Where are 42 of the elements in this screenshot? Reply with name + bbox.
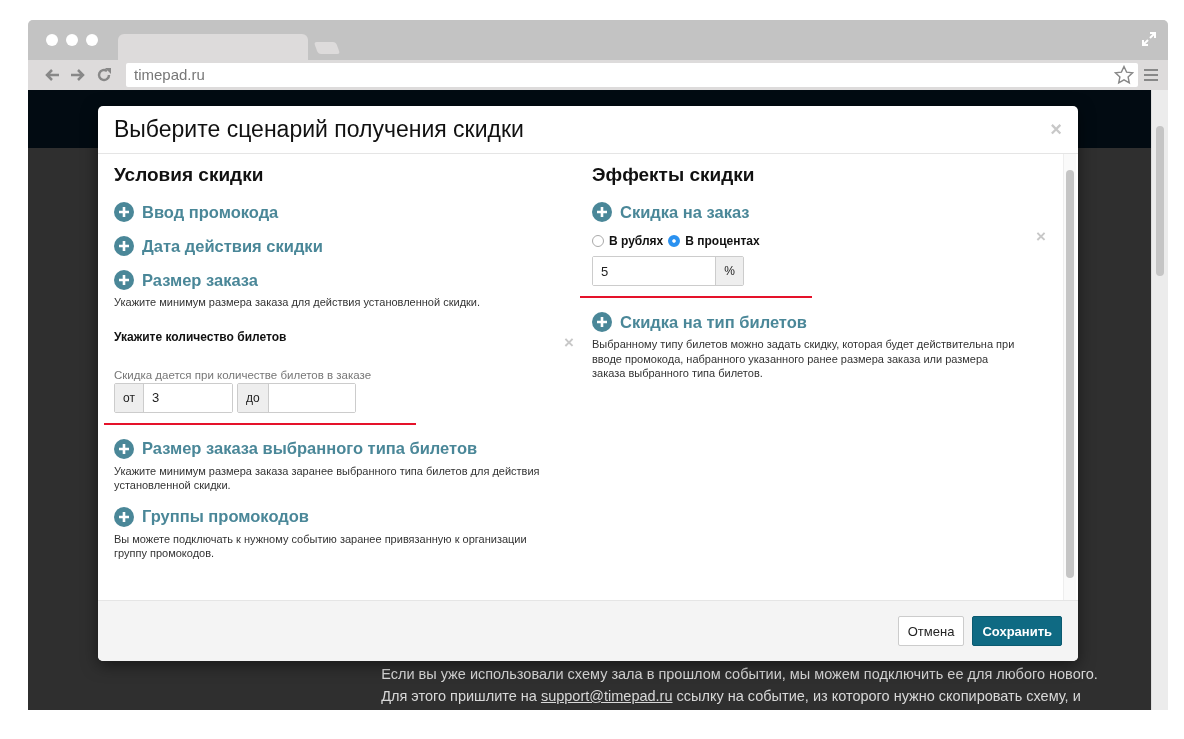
add-icon[interactable] — [592, 202, 612, 222]
section-heading: Условия скидки — [114, 164, 265, 186]
condition-link[interactable]: Размер заказа выбранного типа билетов — [142, 439, 478, 458]
condition-link[interactable]: Скидка на тип билетов — [620, 312, 807, 332]
condition-link[interactable]: Скидка на заказ — [620, 202, 750, 222]
condition-link[interactable]: Ввод промокода — [142, 202, 279, 222]
discount-field[interactable]: 5 % — [592, 256, 744, 286]
support-email-link[interactable]: support@timepad.ru — [540, 688, 673, 704]
add-icon[interactable] — [114, 202, 134, 222]
hint-text: Скидка дается при количестве билетов в заказе — [114, 368, 373, 381]
forward-icon[interactable] — [70, 68, 86, 82]
from-field[interactable]: от 3 — [114, 382, 233, 413]
description-text: Выбранному типу билетов можно задать скидку, которая будет действительна при вводе промокода, набранного указанного ранее размера заказа или размера заказа выбранного типа билетов. — [592, 337, 1016, 381]
to-field[interactable]: до — [237, 382, 356, 413]
condition-link[interactable]: Дата действия скидки — [142, 236, 323, 256]
add-icon[interactable] — [114, 270, 134, 290]
page-paragraph-line: Если вы уже использовали схему зала в прошлом событии, мы можем подключить ее для любого нового. — [381, 666, 1098, 682]
detail-title: Укажите количество билетов — [114, 330, 287, 344]
description-text: Укажите минимум размера заказа заранее выбранного типа билетов для действия установленной скидки. — [114, 463, 541, 493]
fullscreen-icon[interactable] — [1142, 32, 1156, 46]
condition-link[interactable]: Группы промокодов — [142, 507, 309, 526]
back-icon[interactable] — [44, 68, 60, 82]
add-icon[interactable] — [592, 312, 612, 332]
add-icon[interactable] — [114, 438, 134, 459]
scrollbar-thumb[interactable] — [1066, 170, 1074, 578]
dialog-title: Выберите сценарий получения скидки — [114, 116, 524, 143]
description-text: Вы можете подключать к нужному событию заранее привязанную к организации группу промокодов. — [114, 531, 528, 561]
description-text: Укажите минимум размера заказа для действия установленной скидки. — [114, 295, 482, 310]
save-button[interactable]: Сохранить — [972, 616, 1062, 646]
reload-icon[interactable] — [96, 67, 112, 83]
radio-option[interactable]: В рублях — [592, 234, 664, 248]
add-icon[interactable] — [114, 506, 134, 527]
condition-link[interactable]: Размер заказа — [142, 270, 258, 290]
section-heading: Эффекты скидки — [592, 164, 756, 186]
star-icon[interactable] — [1114, 65, 1134, 85]
page-paragraph-line: Для этого пришлите на support@timepad.ru ссылку на событие, из которого нужно скопировать схему, и — [381, 688, 1082, 704]
radio-option[interactable]: В процентах — [668, 234, 760, 248]
cancel-button[interactable]: Отмена — [897, 616, 965, 646]
add-icon[interactable] — [114, 236, 134, 256]
address-bar[interactable]: timepad.ru — [126, 63, 1138, 87]
scrollbar-thumb[interactable] — [1156, 126, 1164, 276]
menu-icon[interactable] — [1144, 69, 1158, 81]
